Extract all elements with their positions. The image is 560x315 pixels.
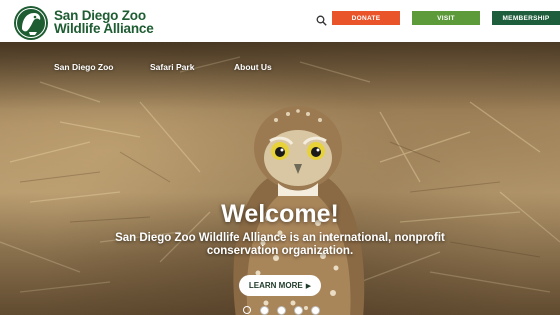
carousel-dot[interactable] bbox=[260, 306, 269, 315]
donate-button[interactable]: DONATE bbox=[332, 11, 400, 25]
hero-tagline: San Diego Zoo Wildlife Alliance is an in… bbox=[115, 232, 445, 257]
nav-item-san-diego-zoo[interactable]: San Diego Zoo bbox=[54, 62, 114, 72]
learn-more-button[interactable]: LEARN MORE ▶ bbox=[239, 275, 321, 296]
carousel-dot[interactable] bbox=[243, 306, 251, 314]
main-nav: San Diego Zoo Safari Park About Us bbox=[0, 62, 560, 76]
brand-name[interactable]: San Diego Zoo Wildlife Alliance bbox=[54, 9, 154, 36]
carousel-dot[interactable] bbox=[311, 306, 320, 315]
search-icon[interactable] bbox=[316, 15, 327, 26]
carousel-dot[interactable] bbox=[277, 306, 286, 315]
membership-button[interactable]: MEMBERSHIP bbox=[492, 11, 560, 25]
hero-banner: San Diego Zoo Safari Park About Us Welco… bbox=[0, 42, 560, 315]
brand-line-2: Wildlife Alliance bbox=[54, 21, 154, 36]
visit-button[interactable]: VISIT bbox=[412, 11, 480, 25]
site-header: San Diego Zoo Wildlife Alliance DONATE V… bbox=[0, 0, 560, 42]
learn-more-label: LEARN MORE bbox=[248, 281, 303, 290]
carousel-indicators bbox=[239, 306, 329, 315]
nav-item-about-us[interactable]: About Us bbox=[234, 62, 272, 72]
owl-logo-icon[interactable] bbox=[13, 5, 49, 41]
play-arrow-icon: ▶ bbox=[305, 282, 312, 290]
hero-heading: Welcome! bbox=[221, 200, 339, 228]
nav-item-safari-park[interactable]: Safari Park bbox=[150, 62, 194, 72]
carousel-dot[interactable] bbox=[294, 306, 303, 315]
